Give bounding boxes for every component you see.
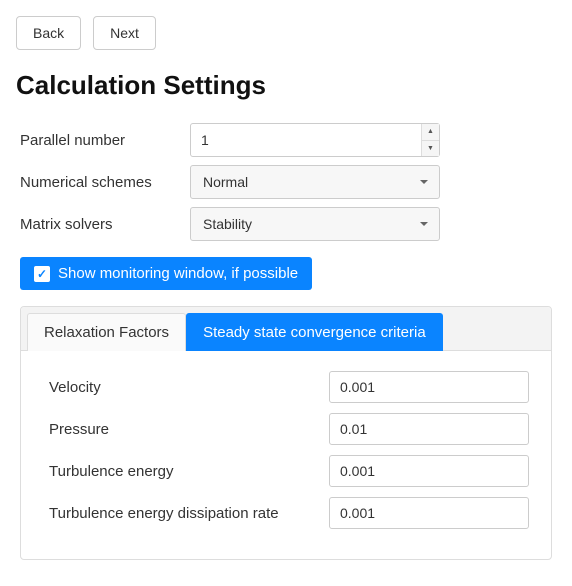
criteria-panel: Relaxation Factors Steady state converge… [20, 306, 552, 560]
checkbox-checked-icon: ✓ [34, 266, 50, 282]
spinner-buttons: ▲ ▼ [421, 124, 439, 156]
velocity-row: Velocity [49, 371, 531, 403]
numerical-schemes-label: Numerical schemes [20, 174, 190, 191]
spinner-up-button[interactable]: ▲ [422, 124, 439, 141]
turbulence-energy-label: Turbulence energy [49, 463, 329, 480]
page-title: Calculation Settings [16, 70, 556, 101]
parallel-number-stepper[interactable]: ▲ ▼ [190, 123, 440, 157]
velocity-label: Velocity [49, 379, 329, 396]
chevron-down-icon [420, 222, 428, 226]
matrix-solvers-row: Matrix solvers Stability [20, 207, 552, 241]
show-monitoring-label: Show monitoring window, if possible [58, 265, 298, 282]
matrix-solvers-value: Stability [203, 216, 252, 232]
parallel-number-row: Parallel number ▲ ▼ [20, 123, 552, 157]
numerical-schemes-row: Numerical schemes Normal [20, 165, 552, 199]
settings-block: Parallel number ▲ ▼ Numerical schemes No… [16, 123, 556, 560]
nav-row: Back Next [16, 16, 556, 50]
tab-relaxation-factors[interactable]: Relaxation Factors [27, 313, 186, 351]
show-monitoring-toggle[interactable]: ✓ Show monitoring window, if possible [20, 257, 312, 290]
velocity-input[interactable] [329, 371, 529, 403]
next-button[interactable]: Next [93, 16, 156, 50]
turbulence-dissipation-input[interactable] [329, 497, 529, 529]
tab-steady-state-convergence[interactable]: Steady state convergence criteria [186, 313, 443, 351]
turbulence-dissipation-label: Turbulence energy dissipation rate [49, 505, 329, 522]
numerical-schemes-select[interactable]: Normal [190, 165, 440, 199]
back-button[interactable]: Back [16, 16, 81, 50]
turbulence-energy-row: Turbulence energy [49, 455, 531, 487]
parallel-number-input[interactable] [190, 123, 440, 157]
turbulence-energy-input[interactable] [329, 455, 529, 487]
matrix-solvers-select[interactable]: Stability [190, 207, 440, 241]
numerical-schemes-value: Normal [203, 174, 248, 190]
tab-content-convergence: Velocity Pressure Turbulence energy Turb… [21, 351, 551, 559]
tab-bar: Relaxation Factors Steady state converge… [21, 307, 551, 351]
spinner-down-button[interactable]: ▼ [422, 141, 439, 157]
pressure-input[interactable] [329, 413, 529, 445]
matrix-solvers-label: Matrix solvers [20, 216, 190, 233]
parallel-number-label: Parallel number [20, 132, 190, 149]
chevron-down-icon [420, 180, 428, 184]
pressure-row: Pressure [49, 413, 531, 445]
turbulence-dissipation-row: Turbulence energy dissipation rate [49, 497, 531, 529]
pressure-label: Pressure [49, 421, 329, 438]
